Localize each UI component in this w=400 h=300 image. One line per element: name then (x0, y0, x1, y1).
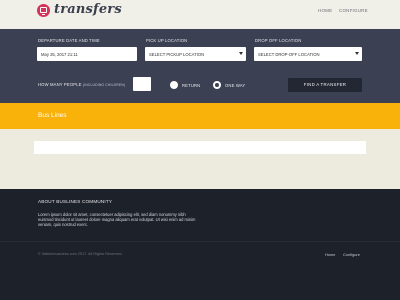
one-way-radio-label: ONE WAY (225, 83, 246, 88)
one-way-radio[interactable] (213, 81, 221, 89)
footer-home-link[interactable]: Home (325, 252, 335, 257)
bus-lines-banner: Bus Lines (0, 103, 400, 129)
monitor-icon[interactable] (37, 4, 50, 17)
departure-label: DEPARTURE DATE AND TIME (38, 38, 100, 43)
brand-logo-text[interactable]: transfers (54, 2, 122, 17)
departure-datetime-input[interactable]: May 25, 2017 21:11 (37, 47, 137, 61)
people-count-label: HOW MANY PEOPLE (INCLUDING CHILDREN) (38, 82, 125, 87)
pickup-location-select[interactable]: SELECT PICKUP LOCATION (145, 47, 246, 61)
people-count-input[interactable] (133, 77, 151, 91)
pickup-label: PICK UP LOCATION (146, 38, 188, 43)
find-transfer-button[interactable]: FIND A TRANSFER (288, 78, 362, 92)
people-count-hint: (INCLUDING CHILDREN) (82, 83, 126, 87)
nav-home-link[interactable]: HOME (318, 8, 332, 13)
people-count-label-text: HOW MANY PEOPLE (38, 82, 82, 87)
dropoff-location-value: SELECT DROP-OFF LOCATION (258, 52, 320, 57)
departure-datetime-value: May 25, 2017 21:11 (41, 52, 78, 57)
pickup-location-value: SELECT PICKUP LOCATION (149, 52, 205, 57)
dropoff-label: DROP OFF LOCATION (255, 38, 302, 43)
results-container (34, 141, 366, 154)
return-radio[interactable] (170, 81, 178, 89)
footer: ABOUT BUSLINES COMMUNITY Lorem ipsum dol… (0, 189, 400, 300)
footer-configure-link[interactable]: Configure (343, 252, 360, 257)
nav-configure-link[interactable]: CONFIGURE (339, 8, 368, 13)
footer-copyright: © Walkerbusiness.com 2017. All Rights Re… (38, 252, 123, 256)
top-navigation-bar: transfers HOME CONFIGURE (0, 0, 400, 29)
footer-about-text: Lorem ipsum dolor sit amet, consectetuer… (38, 212, 196, 228)
footer-about-title: ABOUT BUSLINES COMMUNITY (38, 199, 113, 204)
bus-lines-title: Bus Lines (38, 112, 67, 119)
chevron-down-icon (239, 52, 243, 55)
dropoff-location-select[interactable]: SELECT DROP-OFF LOCATION (254, 47, 362, 61)
return-radio-label: RETURN (182, 83, 201, 88)
footer-divider (0, 241, 400, 242)
chevron-down-icon (355, 52, 359, 55)
